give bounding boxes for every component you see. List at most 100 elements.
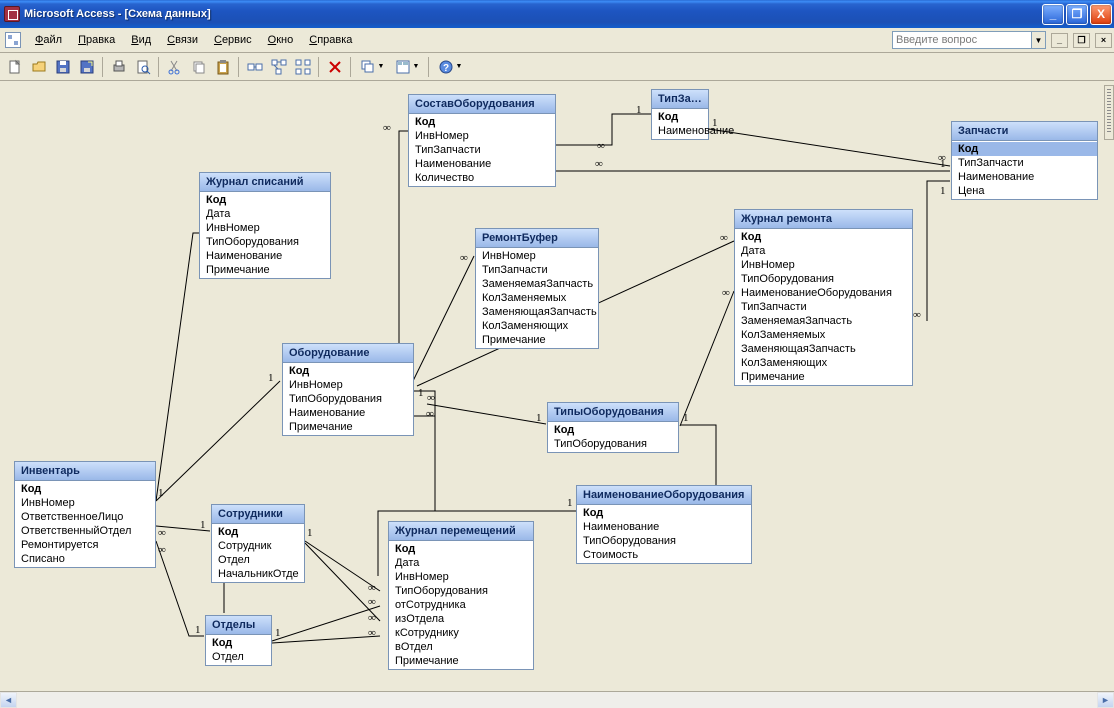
field[interactable]: ТипОборудования	[389, 584, 533, 598]
table-sotrudniki[interactable]: Сотрудники Код Сотрудник Отдел Начальник…	[211, 504, 305, 583]
table-tipy-oborudovaniya[interactable]: ТипыОборудования Код ТипОборудования	[547, 402, 679, 453]
field[interactable]: КолЗаменяемых	[735, 328, 912, 342]
scroll-right-button[interactable]: ►	[1097, 692, 1114, 708]
field[interactable]: Отдел	[212, 553, 304, 567]
field[interactable]: Код	[206, 636, 271, 650]
table-remont-bufer[interactable]: РемонтБуфер ИнвНомер ТипЗапчасти Заменяе…	[475, 228, 599, 349]
field[interactable]: ТипЗапчасти	[476, 263, 598, 277]
table-title[interactable]: НаименованиеОборудования	[577, 486, 751, 505]
menu-service[interactable]: Сервис	[206, 31, 260, 49]
field[interactable]: ИнвНомер	[15, 496, 155, 510]
field[interactable]: ЗаменяемаяЗапчасть	[735, 314, 912, 328]
field[interactable]: Стоимость	[577, 548, 751, 562]
field[interactable]: изОтдела	[389, 612, 533, 626]
cut-button[interactable]	[163, 56, 186, 78]
menu-view[interactable]: Вид	[123, 31, 159, 49]
field[interactable]: Код	[283, 364, 413, 378]
paste-button[interactable]	[211, 56, 234, 78]
table-sostav-oborudovaniya[interactable]: СоставОборудования Код ИнвНомер ТипЗапча…	[408, 94, 556, 187]
help-button[interactable]: ?▼	[433, 56, 467, 78]
open-button[interactable]	[27, 56, 50, 78]
save-button[interactable]	[51, 56, 74, 78]
field[interactable]: Примечание	[200, 263, 330, 277]
restore-button[interactable]: ❐	[1066, 4, 1088, 25]
field[interactable]: ЗаменяющаяЗапчасть	[735, 342, 912, 356]
field[interactable]: кСотруднику	[389, 626, 533, 640]
menu-file[interactable]: Файл	[27, 31, 70, 49]
relationships-button[interactable]	[243, 56, 266, 78]
field[interactable]: ИнвНомер	[389, 570, 533, 584]
table-title[interactable]: Инвентарь	[15, 462, 155, 481]
delete-button[interactable]	[323, 56, 346, 78]
field[interactable]: ТипЗапчасти	[409, 143, 555, 157]
table-title[interactable]: Журнал перемещений	[389, 522, 533, 541]
field[interactable]: Код	[200, 193, 330, 207]
field[interactable]: КолЗаменяющих	[735, 356, 912, 370]
field[interactable]: ТипЗапчасти	[952, 156, 1097, 170]
mdi-minimize-button[interactable]: _	[1051, 33, 1068, 48]
window-tile-button[interactable]: ▼	[390, 56, 424, 78]
menu-window[interactable]: Окно	[260, 31, 302, 49]
scroll-left-button[interactable]: ◄	[0, 692, 17, 708]
field[interactable]: Код	[212, 525, 304, 539]
field[interactable]: Наименование	[577, 520, 751, 534]
field[interactable]: Дата	[735, 244, 912, 258]
minimize-button[interactable]: _	[1042, 4, 1064, 25]
table-tip-zapchasti[interactable]: ТипЗапча... Код Наименование	[651, 89, 709, 140]
field[interactable]: Примечание	[476, 333, 598, 347]
table-title[interactable]: Журнал списаний	[200, 173, 330, 192]
field[interactable]: ОтветственноеЛицо	[15, 510, 155, 524]
menu-relations[interactable]: Связи	[159, 31, 206, 49]
table-otdely[interactable]: Отделы Код Отдел	[205, 615, 272, 666]
field[interactable]: ИнвНомер	[409, 129, 555, 143]
schema-canvas[interactable]: 1 ∞ 1 ∞ 1 ∞ 1 ∞ 1 ∞ 1 ∞ 1 ∞	[0, 81, 1114, 691]
table-oborudovanie[interactable]: Оборудование Код ИнвНомер ТипОборудовани…	[282, 343, 414, 436]
table-title[interactable]: Оборудование	[283, 344, 413, 363]
mdi-close-button[interactable]: ×	[1095, 33, 1112, 48]
field[interactable]: Ремонтируется	[15, 538, 155, 552]
field[interactable]: Цена	[952, 184, 1097, 198]
field[interactable]: ЗаменяемаяЗапчасть	[476, 277, 598, 291]
field[interactable]: Примечание	[283, 420, 413, 434]
new-button[interactable]	[3, 56, 26, 78]
field[interactable]: Списано	[15, 552, 155, 566]
field[interactable]: Дата	[200, 207, 330, 221]
table-title[interactable]: Отделы	[206, 616, 271, 635]
table-title[interactable]: Сотрудники	[212, 505, 304, 524]
field[interactable]: Примечание	[735, 370, 912, 384]
ask-a-question-input[interactable]	[892, 31, 1032, 49]
field[interactable]: ТипЗапчасти	[735, 300, 912, 314]
show-all-button[interactable]	[291, 56, 314, 78]
table-journal-spisaniy[interactable]: Журнал списаний Код Дата ИнвНомер ТипОбо…	[199, 172, 331, 279]
field[interactable]: Отдел	[206, 650, 271, 664]
field[interactable]: ИнвНомер	[735, 258, 912, 272]
task-pane-handle[interactable]	[1104, 85, 1114, 140]
field[interactable]: КолЗаменяемых	[476, 291, 598, 305]
field[interactable]: НачальникОтде	[212, 567, 304, 581]
print-button[interactable]	[107, 56, 130, 78]
field[interactable]: Код	[389, 542, 533, 556]
menu-edit[interactable]: Правка	[70, 31, 123, 49]
field[interactable]: ИнвНомер	[476, 249, 598, 263]
preview-button[interactable]	[131, 56, 154, 78]
table-title[interactable]: СоставОборудования	[409, 95, 555, 114]
field[interactable]: ТипОборудования	[200, 235, 330, 249]
field[interactable]: КолЗаменяющих	[476, 319, 598, 333]
table-title[interactable]: ТипЗапча...	[652, 90, 708, 109]
table-journal-remonta[interactable]: Журнал ремонта Код Дата ИнвНомер ТипОбор…	[734, 209, 913, 386]
scroll-track[interactable]	[17, 692, 1097, 708]
menu-help[interactable]: Справка	[301, 31, 360, 49]
table-title[interactable]: ТипыОборудования	[548, 403, 678, 422]
ask-dropdown-icon[interactable]: ▼	[1032, 31, 1046, 49]
field[interactable]: Наименование	[652, 124, 708, 138]
field[interactable]: Код	[548, 423, 678, 437]
field[interactable]: Наименование	[409, 157, 555, 171]
field[interactable]: Наименование	[952, 170, 1097, 184]
field[interactable]: Дата	[389, 556, 533, 570]
field[interactable]: Код	[652, 110, 708, 124]
field[interactable]: ТипОборудования	[548, 437, 678, 451]
field[interactable]: Код	[577, 506, 751, 520]
table-title[interactable]: Запчасти	[952, 122, 1097, 141]
field[interactable]: Код	[735, 230, 912, 244]
horizontal-scrollbar[interactable]: ◄ ►	[0, 691, 1114, 708]
